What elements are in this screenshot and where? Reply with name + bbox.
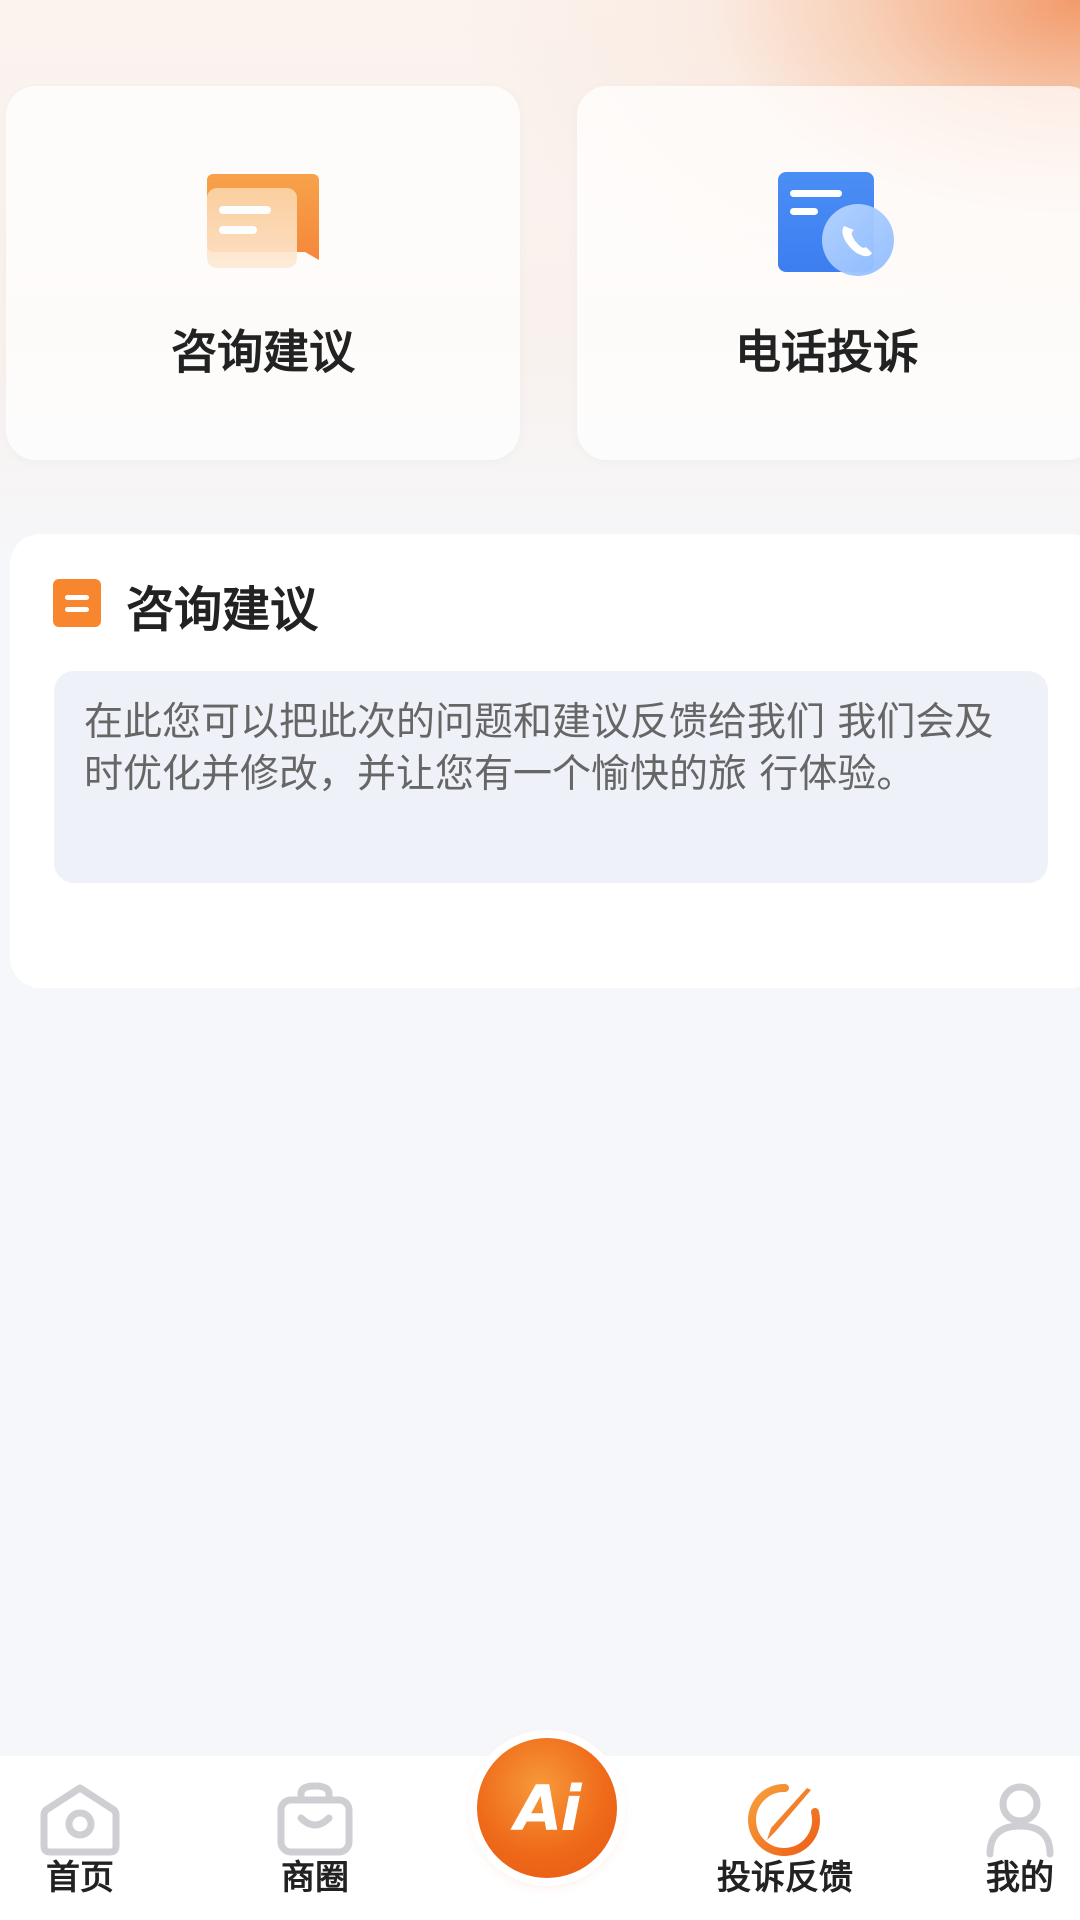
- tab-complaint-label: 投诉反馈: [717, 1858, 853, 1898]
- card-label-phone: 电话投诉: [735, 325, 919, 379]
- chat-message-icon: [207, 174, 319, 268]
- tab-complaint-feedback[interactable]: 投诉反馈: [700, 1756, 870, 1920]
- tab-mine[interactable]: 我的: [960, 1756, 1080, 1920]
- user-icon: [986, 1783, 1054, 1858]
- description-text: 在此您可以把此次的问题和建议反馈给我们 我们会及时优化并修改，并让您有一个愉快的…: [84, 700, 994, 797]
- shopping-bag-icon: [277, 1782, 353, 1856]
- edit-feedback-icon: [748, 1783, 820, 1856]
- tab-business-circle[interactable]: 商圈: [255, 1756, 375, 1920]
- tab-circle-label: 商圈: [281, 1858, 349, 1898]
- consult-suggest-card[interactable]: 咨询建议: [6, 86, 520, 460]
- phone-complaint-icon: [778, 172, 894, 276]
- description-box: 在此您可以把此次的问题和建议反馈给我们 我们会及时优化并修改，并让您有一个愉快的…: [54, 671, 1048, 883]
- home-icon: [40, 1784, 120, 1856]
- ai-assistant-button[interactable]: Ai: [477, 1738, 617, 1878]
- tab-home[interactable]: 首页: [20, 1756, 140, 1920]
- tab-home-label: 首页: [46, 1858, 114, 1898]
- ai-logo-label: Ai: [514, 1771, 581, 1845]
- list-icon: [53, 579, 101, 627]
- card-label-consult: 咨询建议: [171, 325, 355, 379]
- phone-complaint-card[interactable]: 电话投诉: [577, 86, 1080, 460]
- panel-title: 咨询建议: [126, 582, 319, 638]
- consult-suggest-panel: 咨询建议 在此您可以把此次的问题和建议反馈给我们 我们会及时优化并修改，并让您有…: [10, 534, 1080, 988]
- tab-mine-label: 我的: [986, 1858, 1054, 1898]
